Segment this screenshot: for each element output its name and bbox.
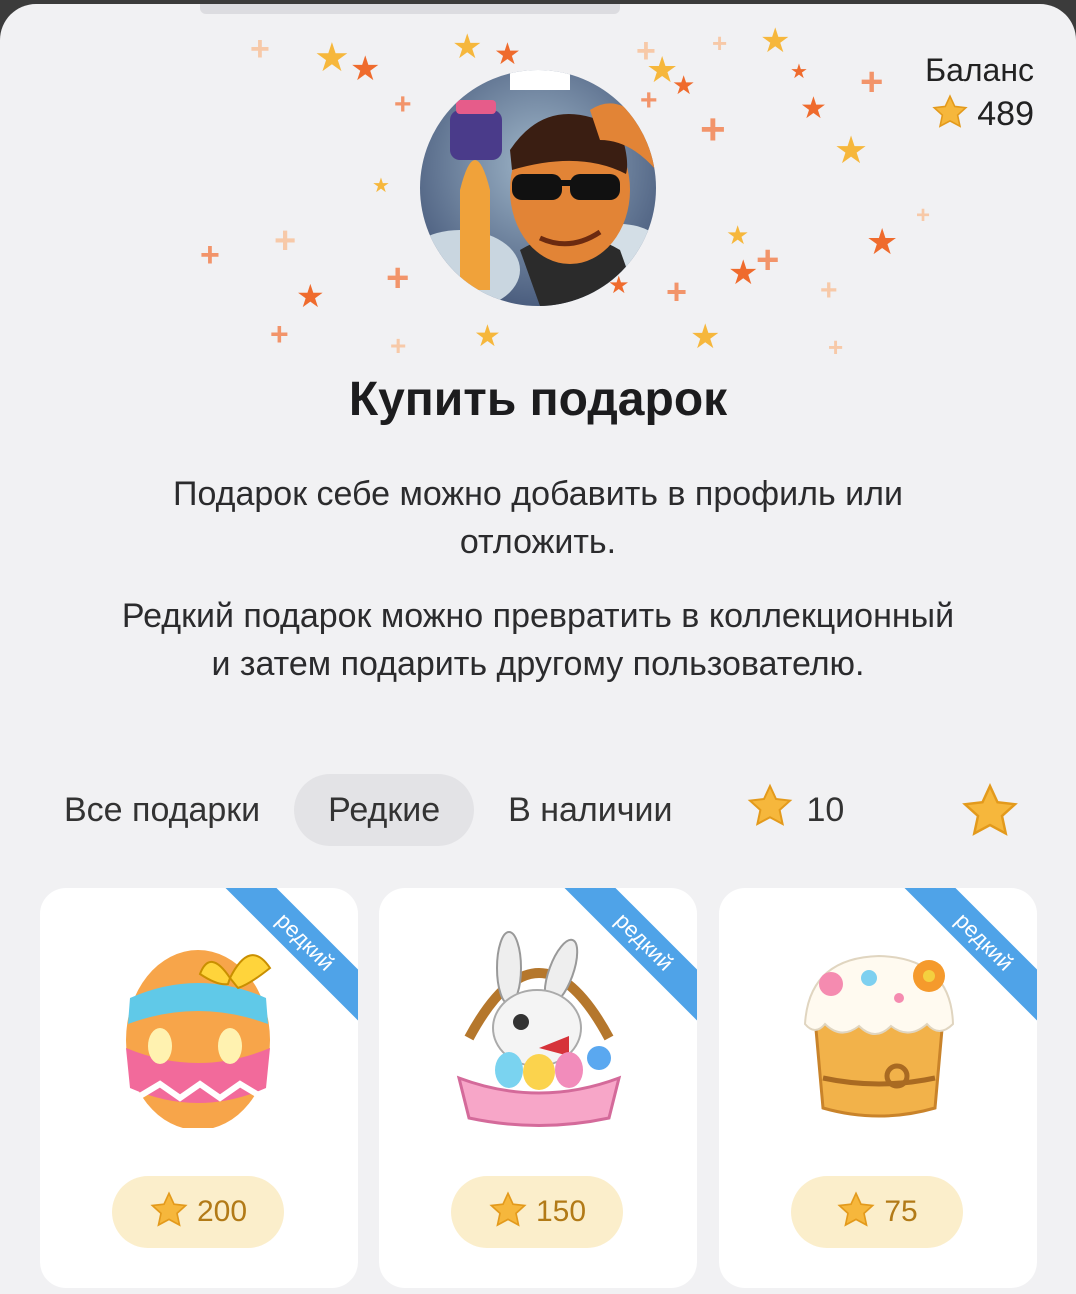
sparkle-icon: + xyxy=(250,30,270,68)
sparkle-icon: ★ xyxy=(296,278,325,314)
sparkle-icon: + xyxy=(390,330,407,361)
easter-cake-icon xyxy=(779,928,979,1128)
gift-card[interactable]: редкий 150 xyxy=(379,888,697,1288)
sparkle-icon: + xyxy=(666,271,688,312)
sparkle-icon: ★ xyxy=(452,28,483,66)
price-button[interactable]: 200 xyxy=(112,1176,284,1248)
sparkle-icon: + xyxy=(270,316,289,352)
sparkle-icon: + xyxy=(200,236,220,274)
star-icon xyxy=(836,1190,876,1235)
sparkle-icon: ★ xyxy=(726,220,750,250)
tab-in-stock[interactable]: В наличии xyxy=(484,774,696,846)
sparkle-icon: + xyxy=(828,332,844,362)
sparkle-icon: + xyxy=(394,88,412,121)
sparkle-icon: ★ xyxy=(672,70,696,100)
star-icon xyxy=(488,1190,528,1235)
page-title: Купить подарок xyxy=(348,373,728,426)
sparkle-icon: ★ xyxy=(372,175,390,197)
sparkle-icon: ★ xyxy=(760,22,791,60)
description-text: Подарок себе можно добавить в профиль ил… xyxy=(173,475,903,561)
gift-card[interactable]: редкий 200 xyxy=(40,888,358,1288)
star-icon xyxy=(746,782,794,839)
tab-rare[interactable]: Редкие xyxy=(294,774,475,846)
sparkle-icon: + xyxy=(640,84,658,117)
sparkle-icon: ★ xyxy=(866,221,899,262)
sparkle-icon: + xyxy=(860,60,884,104)
price-button[interactable]: 150 xyxy=(451,1176,623,1248)
balance-value: 489 xyxy=(977,95,1034,133)
gift-filter-tabs: Все подарки Редкие В наличии 10 xyxy=(40,774,844,846)
sparkle-icon: + xyxy=(386,256,410,300)
price-value: 150 xyxy=(535,1195,587,1228)
background-peek xyxy=(200,4,620,14)
sparkle-icon: ★ xyxy=(350,50,381,88)
sparkle-icon: ★ xyxy=(474,320,501,353)
star-icon xyxy=(149,1190,189,1235)
tab-price-label: 10 xyxy=(806,790,845,829)
profile-avatar-icon xyxy=(420,70,656,306)
gift-card[interactable]: редкий 75 xyxy=(719,888,1037,1288)
sparkle-icon: ★ xyxy=(314,36,350,80)
price-button[interactable]: 75 xyxy=(791,1176,963,1248)
sparkle-icon: + xyxy=(756,238,780,282)
sparkle-icon: ★ xyxy=(790,61,808,83)
sparkle-icon: ★ xyxy=(690,318,721,356)
sparkle-icon: + xyxy=(916,202,931,229)
sparkle-icon: + xyxy=(712,28,728,58)
star-icon xyxy=(931,93,969,136)
sparkle-icon: + xyxy=(274,220,297,262)
bunny-basket-icon xyxy=(439,928,639,1128)
sparkle-icon: ★ xyxy=(494,38,521,71)
price-value: 200 xyxy=(196,1195,248,1228)
sparkle-icon: ★ xyxy=(834,130,869,172)
sparkle-icon: + xyxy=(820,274,838,307)
tab-all-gifts[interactable]: Все подарки xyxy=(40,774,284,846)
sparkle-icon: + xyxy=(700,105,726,154)
balance-label: Баланс xyxy=(925,52,1034,88)
gift-sheet: + ★ ★ ★ ★ + + ★ ★ + + + ★ ★ ★ + ★ ★ + + … xyxy=(0,4,1076,1294)
easter-egg-icon xyxy=(100,928,300,1130)
price-value: 75 xyxy=(884,1195,918,1228)
rare-description-text: Редкий подарок можно превратить в коллек… xyxy=(121,597,955,683)
tab-price-10[interactable]: 10 xyxy=(746,782,844,839)
sparkle-icon: ★ xyxy=(800,92,827,125)
star-icon[interactable] xyxy=(960,781,1020,846)
sparkle-icon: ★ xyxy=(728,254,759,292)
balance-block: Баланс 489 xyxy=(925,52,1034,136)
